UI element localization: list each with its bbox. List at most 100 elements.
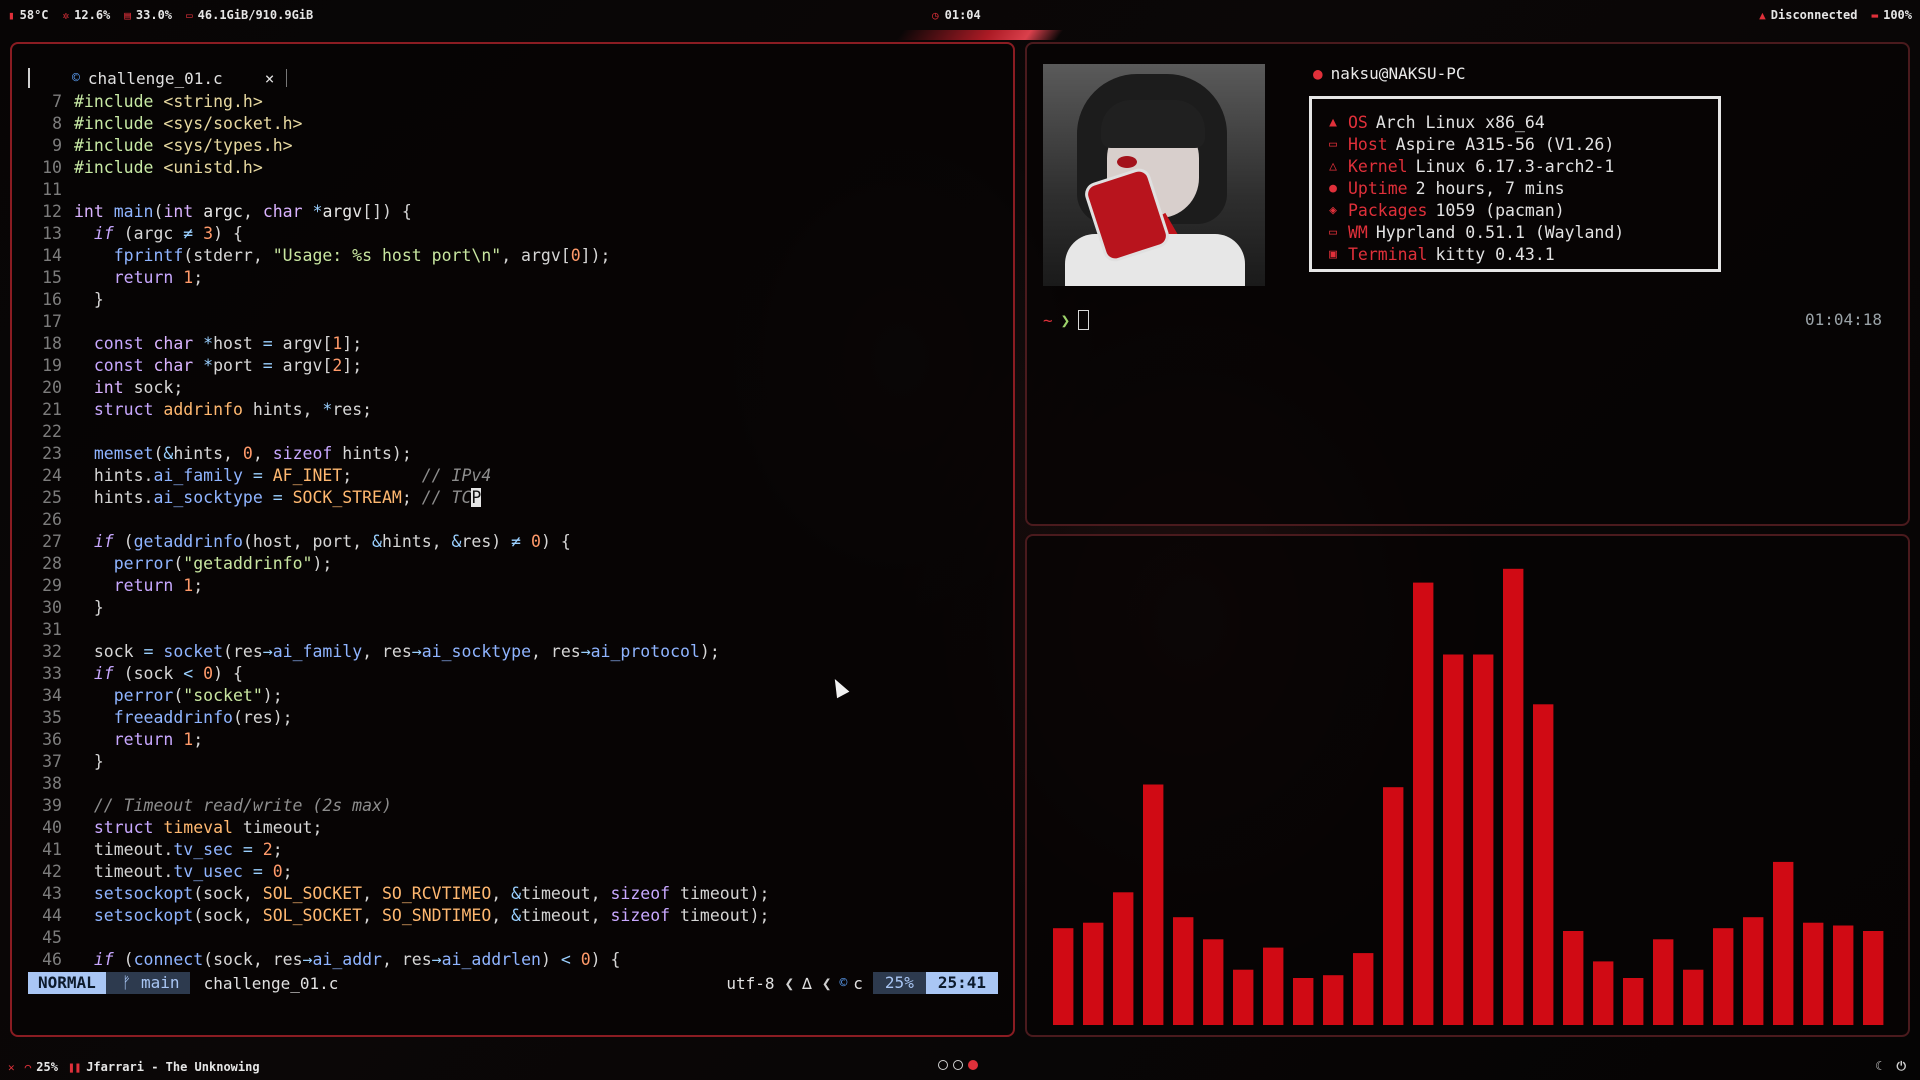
battery-icon: ▬ [1871, 8, 1879, 22]
code-line[interactable]: 24 hints.ai_family = AF_INET; // IPv4 [28, 465, 769, 487]
code-line[interactable]: 44 setsockopt(sock, SOL_SOCKET, SO_SNDTI… [28, 905, 769, 927]
line-number: 42 [42, 862, 62, 881]
terminal-fetch-window[interactable]: ● naksu@NAKSU-PC ▲ OS Arch Linux x86_64 ▭ Ho… [1025, 42, 1910, 526]
code-line[interactable]: 43 setsockopt(sock, SOL_SOCKET, SO_RCVTI… [28, 883, 769, 905]
code-line[interactable]: 36 return 1; [28, 729, 769, 751]
code-line[interactable]: 20 int sock; [28, 377, 769, 399]
line-number: 28 [42, 554, 62, 573]
code-line[interactable]: 46 if (connect(sock, res→ai_addr, res→ai… [28, 949, 769, 971]
line-number: 45 [42, 928, 62, 947]
cpu-widget[interactable]: ✲ 12.6% [63, 8, 111, 22]
code-line[interactable]: 45 [28, 927, 769, 949]
code-line[interactable]: 25 hints.ai_socktype = SOCK_STREAM; // T… [28, 487, 769, 509]
code-line[interactable]: 16 } [28, 289, 769, 311]
code-line[interactable]: 31 [28, 619, 769, 641]
line-number: 15 [42, 268, 62, 287]
line-number: 33 [42, 664, 62, 683]
line-text: int sock; [93, 378, 184, 397]
media-widget[interactable]: ❚❚ Jfarrari - The Unknowing [68, 1060, 260, 1074]
line-text: #include <unistd.h> [74, 158, 263, 177]
info-key: Kernel [1348, 157, 1408, 176]
code-line[interactable]: 27 if (getaddrinfo(host, port, &hints, &… [28, 531, 769, 553]
code-line[interactable]: 42 timeout.tv_usec = 0; [28, 861, 769, 883]
line-number: 19 [42, 356, 62, 375]
network-widget[interactable]: ▲ Disconnected [1759, 8, 1857, 22]
microphone-widget[interactable]: ✕ [8, 1061, 15, 1074]
code-line[interactable]: 8 #include <sys/socket.h> [28, 113, 769, 135]
code-line[interactable]: 37 } [28, 751, 769, 773]
audio-visualizer-window[interactable] [1025, 534, 1910, 1037]
line-number: 26 [42, 510, 62, 529]
code-line[interactable]: 22 [28, 421, 769, 443]
code-line[interactable]: 39 // Timeout read/write (2s max) [28, 795, 769, 817]
workspace-1[interactable] [938, 1060, 948, 1070]
avatar [1043, 64, 1265, 286]
info-row-packages: ◈ Packages 1059 (pacman) [1326, 200, 1624, 222]
visualizer-bar [1593, 961, 1614, 1025]
branch-icon: ᚠ [121, 973, 142, 992]
workspace-3[interactable] [968, 1060, 978, 1070]
clock-widget[interactable]: ◷ 01:04 [932, 8, 981, 22]
mouse-pointer-icon [828, 675, 850, 699]
code-line[interactable]: 41 timeout.tv_sec = 2; [28, 839, 769, 861]
code-line[interactable]: 13 if (argc ≠ 3) { [28, 223, 769, 245]
visualizer-bar [1623, 978, 1644, 1025]
code-line[interactable]: 28 perror("getaddrinfo"); [28, 553, 769, 575]
code-line[interactable]: 18 const char *host = argv[1]; [28, 333, 769, 355]
close-icon[interactable]: × [265, 69, 275, 88]
code-line[interactable]: 17 [28, 311, 769, 333]
line-number: 24 [42, 466, 62, 485]
visualizer-bar [1323, 975, 1344, 1025]
battery-widget[interactable]: ▬ 100% [1871, 8, 1912, 22]
code-line[interactable]: 21 struct addrinfo hints, *res; [28, 399, 769, 421]
memory-widget[interactable]: ▤ 33.0% [124, 8, 172, 22]
line-number: 20 [42, 378, 62, 397]
status-delta: ∆ [802, 974, 812, 993]
disk-widget[interactable]: ▭ 46.1GiB/910.9GiB [186, 8, 313, 22]
code-line[interactable]: 12 int main(int argc, char *argv[]) { [28, 201, 769, 223]
code-line[interactable]: 10 #include <unistd.h> [28, 157, 769, 179]
code-buffer[interactable]: 7 #include <string.h> 8 #include <sys/socke… [28, 91, 769, 971]
power-icon[interactable]: ⏻ [1897, 1059, 1907, 1074]
code-line[interactable]: 26 [28, 509, 769, 531]
code-line[interactable]: 15 return 1; [28, 267, 769, 289]
visualizer-bar [1773, 861, 1794, 1025]
code-line[interactable]: 7 #include <string.h> [28, 91, 769, 113]
code-line[interactable]: 19 const char *port = argv[2]; [28, 355, 769, 377]
terminal-icon: ▣ [1329, 247, 1337, 262]
headphones-icon: ◠ [24, 1060, 32, 1074]
code-line[interactable]: 33 if (sock < 0) { [28, 663, 769, 685]
line-text: setsockopt(sock, SOL_SOCKET, SO_SNDTIMEO… [93, 906, 770, 925]
clock-icon: ● [1329, 181, 1337, 196]
tray-icon[interactable]: ☾ [1875, 1059, 1882, 1074]
cpu-icon: ✲ [62, 8, 70, 22]
line-number: 34 [42, 686, 62, 705]
shell-prompt[interactable]: ~ ❯ [1043, 310, 1090, 330]
code-line[interactable]: 14 fprintf(stderr, "Usage: %s host port\… [28, 245, 769, 267]
line-text: timeout.tv_usec = 0; [74, 862, 293, 881]
editor-window[interactable]: © challenge_01.c × 7 #include <string.h> 8… [10, 42, 1015, 1037]
line-number: 9 [52, 136, 62, 155]
code-line[interactable]: 32 sock = socket(res→ai_family, res→ai_s… [28, 641, 769, 663]
system-info-box: ▲ OS Arch Linux x86_64 ▭ Host Aspire A315-56 … [1309, 96, 1721, 272]
line-text: #include <sys/types.h> [74, 136, 293, 155]
delta-icon: ∆ [802, 973, 812, 993]
temperature-widget[interactable]: ▮ 58°C [8, 8, 49, 22]
code-line[interactable]: 38 [28, 773, 769, 795]
code-line[interactable]: 34 perror("socket"); [28, 685, 769, 707]
code-line[interactable]: 11 [28, 179, 769, 201]
line-text: return 1; [113, 268, 204, 287]
code-line[interactable]: 29 return 1; [28, 575, 769, 597]
code-line[interactable]: 35 freeaddrinfo(res); [28, 707, 769, 729]
code-line[interactable]: 40 struct timeval timeout; [28, 817, 769, 839]
info-key: Host [1348, 135, 1388, 154]
visualizer-bar [1743, 917, 1764, 1025]
tab-challenge-01[interactable]: © challenge_01.c × [72, 69, 274, 88]
code-line[interactable]: 23 memset(&hints, 0, sizeof hints); [28, 443, 769, 465]
line-text: } [74, 752, 104, 771]
visualizer-bar [1653, 939, 1674, 1025]
code-line[interactable]: 9 #include <sys/types.h> [28, 135, 769, 157]
workspace-2[interactable] [953, 1060, 963, 1070]
volume-widget[interactable]: ◠ 25% [25, 1060, 58, 1074]
code-line[interactable]: 30 } [28, 597, 769, 619]
